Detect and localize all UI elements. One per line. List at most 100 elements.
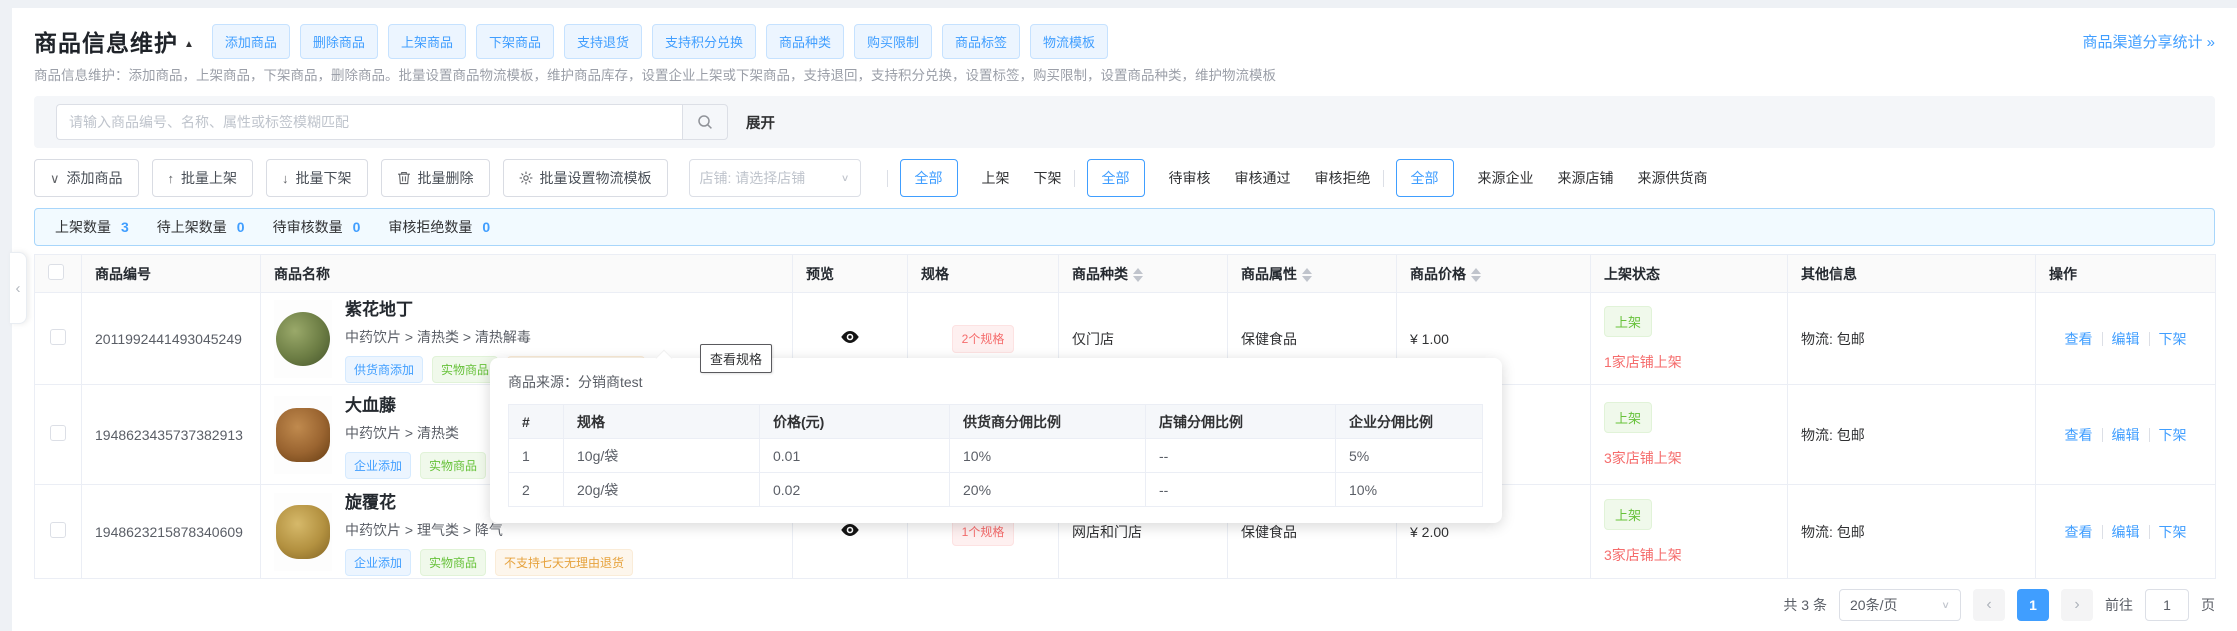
filter-listing-on[interactable]: 上架 xyxy=(982,168,1010,188)
status-badge: 上架 xyxy=(1604,498,1653,530)
quick-button-product-label[interactable]: 商品标签 xyxy=(942,23,1021,59)
spec-shop-commission: -- xyxy=(1145,472,1336,507)
quick-button-points-exchange[interactable]: 支持积分兑换 xyxy=(651,23,756,59)
batch-list-label: 批量上架 xyxy=(181,170,238,186)
spec-name: 20g/袋 xyxy=(563,472,760,507)
row-checkbox[interactable] xyxy=(50,425,66,441)
sidebar-collapse-handle[interactable]: ‹ xyxy=(10,252,27,324)
page-title: 商品信息维护 xyxy=(34,30,178,56)
divider xyxy=(2101,331,2103,346)
spec-col-shop-commission: 店铺分佣比例 xyxy=(1145,404,1336,439)
filter-listing-off[interactable]: 下架 xyxy=(1034,168,1062,188)
col-actions: 操作 xyxy=(2035,254,2216,293)
channel-share-stats-link[interactable]: 商品渠道分享统计 » xyxy=(2082,31,2215,52)
filter-audit-pending[interactable]: 待审核 xyxy=(1169,168,1211,188)
title-caret-up-icon[interactable]: ▲ xyxy=(184,39,194,50)
tag-physical-product: 实物商品 xyxy=(420,451,487,479)
view-link[interactable]: 查看 xyxy=(2065,425,2093,445)
view-spec-tooltip: 查看规格 xyxy=(700,344,773,373)
batch-logistics-template-button[interactable]: 批量设置物流模板 xyxy=(502,159,668,197)
quick-button-list-product[interactable]: 上架商品 xyxy=(387,23,466,59)
search-input-group xyxy=(56,104,728,140)
sort-icon[interactable] xyxy=(1302,267,1312,282)
product-image[interactable] xyxy=(274,492,332,571)
page-number-current[interactable]: 1 xyxy=(2017,589,2049,621)
edit-link[interactable]: 编辑 xyxy=(2112,522,2140,542)
delist-link[interactable]: 下架 xyxy=(2159,329,2187,349)
col-product-id: 商品编号 xyxy=(81,254,261,293)
product-name: 紫花地丁 xyxy=(345,299,413,319)
quick-button-add-product[interactable]: 添加商品 xyxy=(211,23,290,59)
select-all-checkbox[interactable] xyxy=(48,264,64,280)
filter-listing-all[interactable]: 全部 xyxy=(899,159,958,197)
quick-button-product-category[interactable]: 商品种类 xyxy=(766,23,845,59)
col-product-price[interactable]: 商品价格 xyxy=(1396,254,1591,293)
eye-icon[interactable] xyxy=(839,326,861,348)
batch-delist-button[interactable]: ↓ 批量下架 xyxy=(266,159,368,197)
filter-source-supplier[interactable]: 来源供货商 xyxy=(1638,168,1708,188)
view-link[interactable]: 查看 xyxy=(2065,329,2093,349)
col-product-type-label: 商品种类 xyxy=(1072,265,1128,282)
filter-audit-rejected[interactable]: 审核拒绝 xyxy=(1315,168,1371,188)
status-detail: 3家店铺上架 xyxy=(1604,449,1682,466)
other-info: 物流: 包邮 xyxy=(1787,484,2036,579)
col-product-name: 商品名称 xyxy=(260,254,793,293)
status-badge: 上架 xyxy=(1604,305,1653,337)
spec-col-enterprise-commission: 企业分佣比例 xyxy=(1335,404,1483,439)
tag-enterprise-added: 企业添加 xyxy=(345,451,412,479)
filter-source-enterprise[interactable]: 来源企业 xyxy=(1478,168,1534,188)
quick-button-purchase-limit[interactable]: 购买限制 xyxy=(854,23,933,59)
shop-select[interactable]: 店铺: 请选择店铺 ∨ xyxy=(688,159,861,197)
chevron-right-icon: › xyxy=(2074,596,2080,613)
next-page-button[interactable]: › xyxy=(2061,589,2093,621)
col-product-attr[interactable]: 商品属性 xyxy=(1227,254,1397,293)
product-category-path: 中药饮片 > 清热类 > 清热解毒 xyxy=(345,328,531,345)
product-image[interactable] xyxy=(274,299,332,378)
filter-source-all[interactable]: 全部 xyxy=(1395,159,1454,197)
product-name: 大血藤 xyxy=(345,395,396,415)
other-info: 物流: 包邮 xyxy=(1787,292,2036,385)
col-product-price-label: 商品价格 xyxy=(1410,265,1466,282)
stats-bar: 上架数量 3 待上架数量 0 待审核数量 0 审核拒绝数量 0 xyxy=(34,208,2215,246)
chevron-down-icon: ∨ xyxy=(1941,599,1950,611)
edit-link[interactable]: 编辑 xyxy=(2112,425,2140,445)
divider xyxy=(2148,331,2150,346)
spec-price: 0.01 xyxy=(759,438,950,473)
edit-link[interactable]: 编辑 xyxy=(2112,329,2140,349)
goto-page-input[interactable] xyxy=(2145,589,2189,621)
prev-page-button[interactable]: ‹ xyxy=(1973,589,2005,621)
filter-source-shop[interactable]: 来源店铺 xyxy=(1558,168,1614,188)
sort-icon[interactable] xyxy=(1133,267,1143,282)
product-image[interactable] xyxy=(274,395,332,474)
spec-count-tag[interactable]: 2个规格 xyxy=(951,325,1015,353)
add-product-dropdown-button[interactable]: ∨ 添加商品 xyxy=(34,159,139,197)
quick-button-logistics-template[interactable]: 物流模板 xyxy=(1030,23,1109,59)
spec-enterprise-commission: 5% xyxy=(1335,438,1483,473)
delist-link[interactable]: 下架 xyxy=(2159,425,2187,445)
arrow-up-icon: ↑ xyxy=(167,170,175,186)
filter-audit-approved[interactable]: 审核通过 xyxy=(1235,168,1291,188)
stat-listed-label: 上架数量 xyxy=(55,219,111,235)
product-id: 1948623215878340609 xyxy=(81,484,261,579)
quick-button-support-return[interactable]: 支持退货 xyxy=(563,23,642,59)
stat-tolist-value: 0 xyxy=(236,219,245,235)
filter-audit-all[interactable]: 全部 xyxy=(1086,159,1145,197)
search-button[interactable] xyxy=(682,104,728,140)
expand-toggle[interactable]: 展开 xyxy=(746,112,775,133)
delist-link[interactable]: 下架 xyxy=(2159,522,2187,542)
sort-icon[interactable] xyxy=(1471,267,1481,282)
tag-physical-product: 实物商品 xyxy=(420,548,487,576)
row-checkbox[interactable] xyxy=(50,329,66,345)
status-badge: 上架 xyxy=(1604,401,1653,433)
quick-button-delete-product[interactable]: 删除商品 xyxy=(299,23,378,59)
search-input[interactable] xyxy=(56,104,682,140)
row-checkbox[interactable] xyxy=(50,522,66,538)
tag-physical-product: 实物商品 xyxy=(432,355,499,383)
batch-list-button[interactable]: ↑ 批量上架 xyxy=(151,159,254,197)
quick-button-delist-product[interactable]: 下架商品 xyxy=(475,23,554,59)
batch-delete-button[interactable]: 批量删除 xyxy=(380,159,490,197)
trash-icon xyxy=(397,172,410,185)
page-size-select[interactable]: 20条/页 ∨ xyxy=(1839,589,1961,621)
col-product-type[interactable]: 商品种类 xyxy=(1058,254,1228,293)
view-link[interactable]: 查看 xyxy=(2065,522,2093,542)
